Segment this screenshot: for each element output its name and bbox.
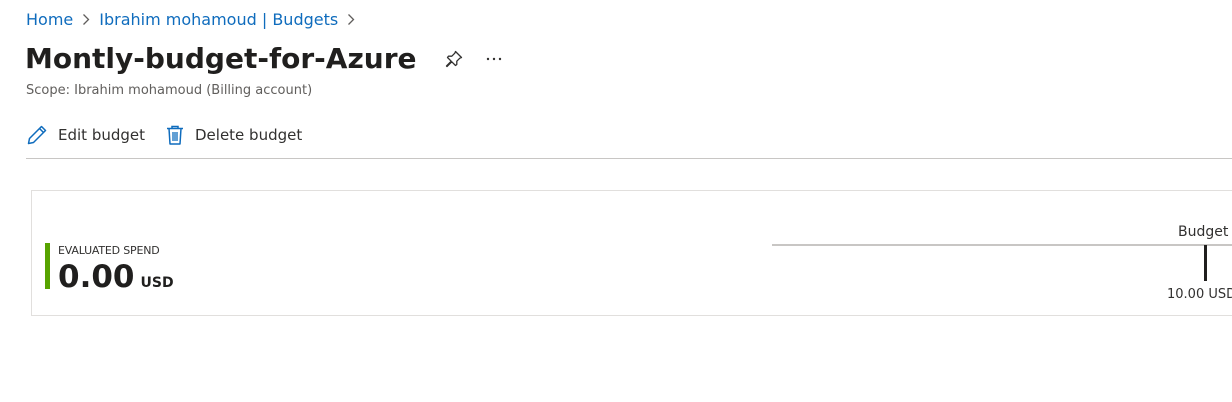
- spend-indicator-bar: [45, 243, 50, 289]
- breadcrumb-budgets[interactable]: Ibrahim mohamoud | Budgets: [99, 10, 338, 29]
- budget-label: Budget: [1178, 224, 1229, 240]
- evaluated-spend-label: EVALUATED SPEND: [58, 244, 160, 257]
- title-row: Montly-budget-for-Azure: [25, 42, 503, 75]
- toolbar-divider: [26, 158, 1232, 159]
- chevron-right-icon: [347, 13, 355, 26]
- evaluated-spend-amount: 0.00: [58, 259, 135, 295]
- breadcrumb: Home Ibrahim mohamoud | Budgets: [26, 10, 364, 29]
- chevron-right-icon: [82, 13, 90, 26]
- budget-marker: [1204, 245, 1207, 281]
- toolbar: Edit budget Delete budget: [26, 124, 302, 146]
- delete-budget-button[interactable]: Delete budget: [165, 124, 302, 146]
- pin-icon[interactable]: [445, 50, 463, 68]
- budget-page: Home Ibrahim mohamoud | Budgets Montly-b…: [0, 0, 1232, 402]
- budget-summary-card: EVALUATED SPEND 0.00 USD Budget 10.00 US…: [31, 190, 1232, 316]
- breadcrumb-home[interactable]: Home: [26, 10, 73, 29]
- evaluated-spend-unit: USD: [140, 275, 174, 291]
- budget-progress-track: [772, 244, 1232, 246]
- delete-budget-label: Delete budget: [195, 126, 303, 144]
- scope-text: Scope: Ibrahim mohamoud (Billing account…: [26, 83, 313, 98]
- more-icon[interactable]: [485, 56, 503, 62]
- evaluated-spend-value: 0.00 USD: [58, 259, 174, 295]
- edit-budget-label: Edit budget: [58, 126, 145, 144]
- pencil-icon: [26, 124, 48, 146]
- budget-amount: 10.00 USD: [1167, 287, 1232, 302]
- trash-icon: [165, 124, 185, 146]
- edit-budget-button[interactable]: Edit budget: [26, 124, 145, 146]
- page-title: Montly-budget-for-Azure: [25, 42, 417, 75]
